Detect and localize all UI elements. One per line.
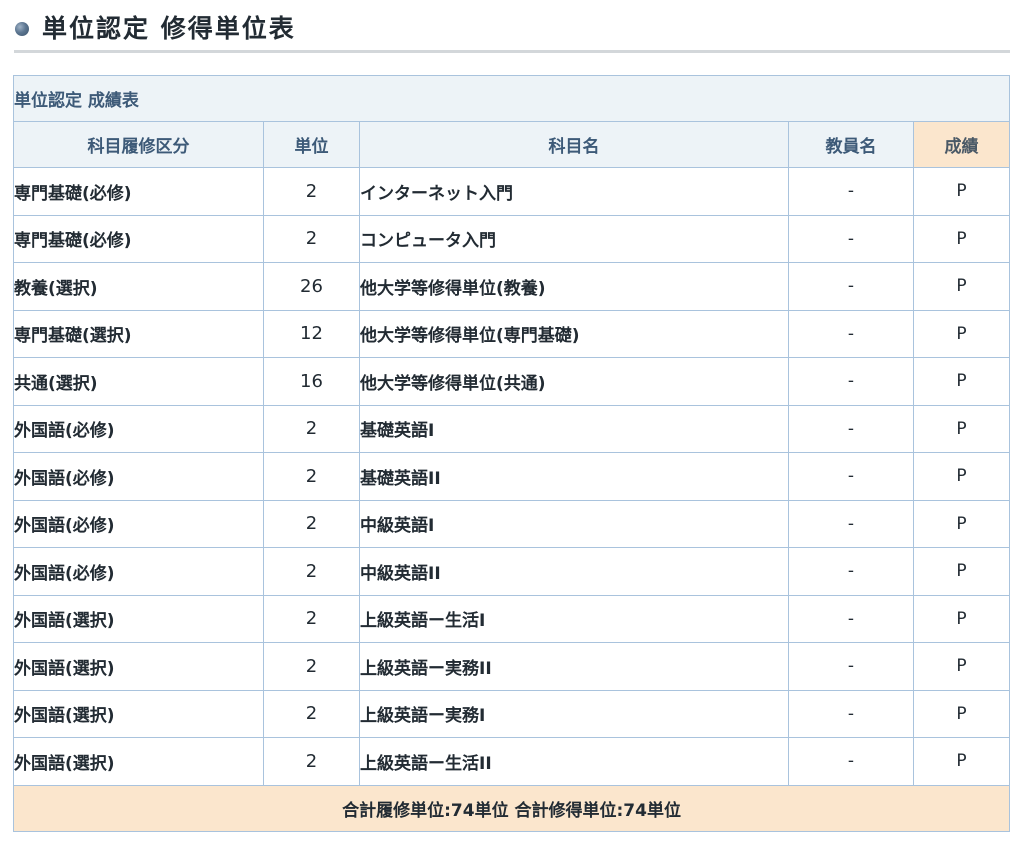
cell-units: 26 [263,262,360,311]
cell-category: 外国語(選択) [13,642,264,691]
cell-units: 2 [263,642,360,691]
cell-category: 外国語(選択) [13,689,264,738]
cell-grade: P [912,642,1011,691]
table-row: 外国語(選択) 2 上級英語ー生活II - P [13,737,1011,786]
cell-teacher: - [788,642,914,691]
cell-teacher: - [788,737,914,786]
cell-teacher: - [788,594,914,643]
column-header-grade: 成績 [912,121,1011,168]
cell-category: 外国語(選択) [13,737,264,786]
cell-units: 2 [263,499,360,548]
cell-teacher: - [788,499,914,548]
cell-teacher: - [788,689,914,738]
cell-units: 16 [263,357,360,406]
table-row: 共通(選択) 16 他大学等修得単位(共通) - P [13,357,1011,406]
table-row: 専門基礎(選択) 12 他大学等修得単位(専門基礎) - P [13,309,1011,358]
cell-subject: 他大学等修得単位(共通) [359,357,789,406]
cell-units: 2 [263,547,360,596]
cell-subject: 他大学等修得単位(専門基礎) [359,309,789,358]
cell-subject: インターネット入門 [359,167,789,216]
cell-teacher: - [788,167,914,216]
cell-subject: 上級英語ー生活I [359,594,789,643]
cell-units: 2 [263,214,360,263]
cell-grade: P [912,309,1011,358]
cell-subject: 中級英語I [359,499,789,548]
column-header-category: 科目履修区分 [13,121,264,168]
table-row: 専門基礎(必修) 2 インターネット入門 - P [13,167,1011,216]
bullet-icon [15,22,29,36]
cell-grade: P [912,547,1011,596]
column-header-teacher: 教員名 [788,121,914,168]
cell-grade: P [912,262,1011,311]
grades-table: 単位認定 成績表 科目履修区分 単位 科目名 教員名 成績 専門基礎(必修) 2 イ… [12,75,1011,832]
cell-grade: P [912,737,1011,786]
cell-category: 教養(選択) [13,262,264,311]
cell-subject: コンピュータ入門 [359,214,789,263]
cell-grade: P [912,404,1011,453]
cell-subject: 他大学等修得単位(教養) [359,262,789,311]
table-row: 外国語(選択) 2 上級英語ー実務I - P [13,689,1011,738]
cell-teacher: - [788,547,914,596]
table-row: 外国語(必修) 2 中級英語II - P [13,547,1011,596]
table-header-row: 科目履修区分 単位 科目名 教員名 成績 [13,121,1011,168]
cell-units: 12 [263,309,360,358]
table-row: 教養(選択) 26 他大学等修得単位(教養) - P [13,262,1011,311]
cell-units: 2 [263,452,360,501]
cell-grade: P [912,689,1011,738]
cell-grade: P [912,357,1011,406]
total-credits-summary: 合計履修単位:74単位 合計修得単位:74単位 [12,784,1011,832]
cell-units: 2 [263,167,360,216]
cell-grade: P [912,594,1011,643]
cell-category: 外国語(必修) [13,452,264,501]
cell-teacher: - [788,452,914,501]
cell-category: 外国語(選択) [13,594,264,643]
table-row: 専門基礎(必修) 2 コンピュータ入門 - P [13,214,1011,263]
column-header-units: 単位 [263,121,360,168]
column-header-subject: 科目名 [359,121,789,168]
cell-category: 外国語(必修) [13,404,264,453]
table-row: 外国語(必修) 2 基礎英語I - P [13,404,1011,453]
table-row: 外国語(必修) 2 中級英語I - P [13,499,1011,548]
cell-units: 2 [263,594,360,643]
cell-grade: P [912,452,1011,501]
cell-subject: 上級英語ー実務I [359,689,789,738]
cell-subject: 基礎英語II [359,452,789,501]
cell-category: 共通(選択) [13,357,264,406]
cell-units: 2 [263,737,360,786]
cell-grade: P [912,167,1011,216]
cell-grade: P [912,499,1011,548]
page-heading: 単位認定 修得単位表 [14,0,1010,53]
cell-teacher: - [788,262,914,311]
cell-category: 外国語(必修) [13,547,264,596]
cell-category: 専門基礎(必修) [13,167,264,216]
cell-units: 2 [263,404,360,453]
cell-grade: P [912,214,1011,263]
cell-teacher: - [788,214,914,263]
cell-teacher: - [788,357,914,406]
table-caption-row: 単位認定 成績表 [12,75,1011,122]
table-row: 外国語(選択) 2 上級英語ー生活I - P [13,594,1011,643]
cell-subject: 上級英語ー生活II [359,737,789,786]
cell-subject: 上級英語ー実務II [359,642,789,691]
table-caption: 単位認定 成績表 [12,75,1011,122]
cell-subject: 中級英語II [359,547,789,596]
cell-category: 外国語(必修) [13,499,264,548]
page-title: 単位認定 修得単位表 [42,14,296,43]
table-footer-row: 合計履修単位:74単位 合計修得単位:74単位 [12,784,1011,832]
table-row: 外国語(選択) 2 上級英語ー実務II - P [13,642,1011,691]
table-row: 外国語(必修) 2 基礎英語II - P [13,452,1011,501]
cell-subject: 基礎英語I [359,404,789,453]
cell-category: 専門基礎(必修) [13,214,264,263]
cell-teacher: - [788,309,914,358]
cell-category: 専門基礎(選択) [13,309,264,358]
cell-teacher: - [788,404,914,453]
cell-units: 2 [263,689,360,738]
